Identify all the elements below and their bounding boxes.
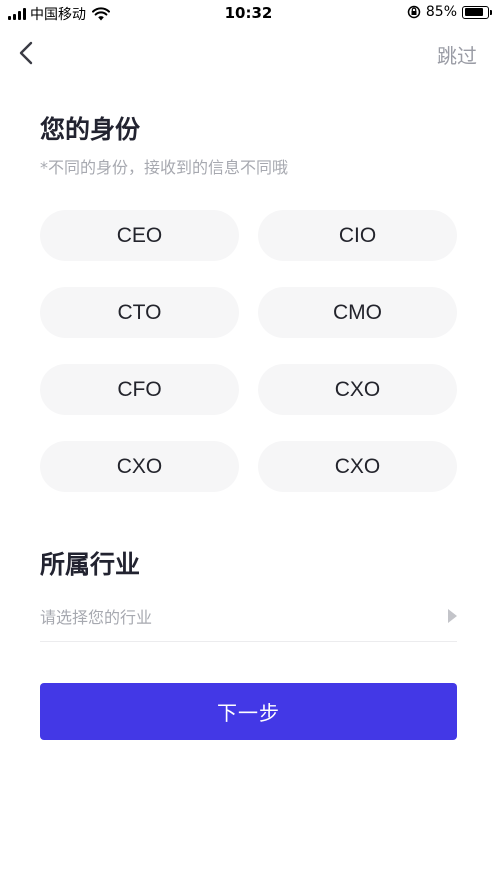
role-option-cfo[interactable]: CFO: [40, 364, 239, 415]
status-bar: 中国移动 10:32 85%: [0, 0, 497, 26]
identity-title: 您的身份: [40, 115, 141, 144]
role-grid: CEO CIO CTO CMO CFO CXO CXO CXO: [40, 210, 457, 492]
industry-title: 所属行业: [40, 550, 141, 579]
role-option-cio[interactable]: CIO: [258, 210, 457, 261]
battery-percent: 85%: [425, 4, 457, 20]
caret-right-icon: [448, 609, 457, 623]
rotation-lock-icon: [407, 5, 421, 19]
role-option-cmo[interactable]: CMO: [258, 287, 457, 338]
battery-fill: [464, 8, 484, 16]
next-button[interactable]: 下一步: [40, 683, 457, 740]
screen: 中国移动 10:32 85% 跳过 您的身份 *不同的身份，接收到的信息不同哦 …: [0, 0, 497, 883]
chevron-left-icon: [19, 41, 33, 65]
role-option-cxo-3[interactable]: CXO: [258, 441, 457, 492]
identity-subtitle: *不同的身份，接收到的信息不同哦: [40, 158, 289, 177]
skip-button[interactable]: 跳过: [437, 40, 477, 69]
industry-placeholder: 请选择您的行业: [40, 608, 153, 627]
battery-icon: [462, 5, 492, 19]
industry-select[interactable]: 请选择您的行业: [40, 596, 457, 642]
role-option-cto[interactable]: CTO: [40, 287, 239, 338]
status-right: 85%: [407, 4, 492, 20]
role-option-cxo-2[interactable]: CXO: [40, 441, 239, 492]
role-option-cxo-1[interactable]: CXO: [258, 364, 457, 415]
role-option-ceo[interactable]: CEO: [40, 210, 239, 261]
back-button[interactable]: [14, 38, 42, 68]
